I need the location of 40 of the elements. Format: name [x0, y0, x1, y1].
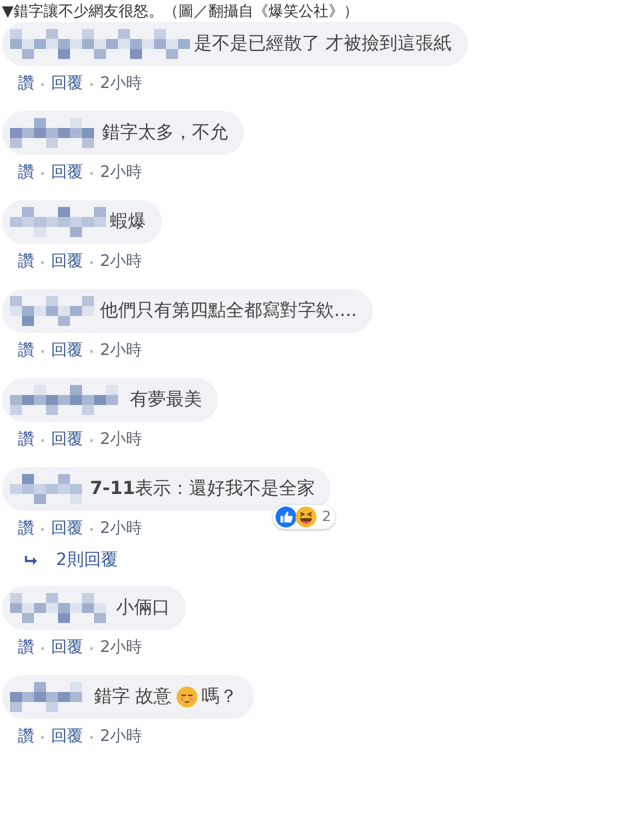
- like-link[interactable]: 讚: [18, 427, 34, 451]
- like-icon: [275, 506, 298, 528]
- like-link[interactable]: 讚: [18, 160, 34, 184]
- like-link[interactable]: 讚: [18, 724, 34, 748]
- comment-text: 小倆口: [116, 596, 170, 620]
- reply-link[interactable]: 回覆: [51, 71, 83, 95]
- like-link[interactable]: 讚: [18, 634, 34, 658]
- timestamp: 2小時: [100, 724, 142, 746]
- like-link[interactable]: 讚: [18, 249, 34, 273]
- view-replies-link[interactable]: 2則回覆: [2, 548, 118, 574]
- like-link[interactable]: 讚: [18, 516, 34, 540]
- timestamp: 2小時: [100, 636, 142, 658]
- like-link[interactable]: 讚: [18, 71, 34, 95]
- comment-text: 嗎？: [202, 684, 238, 708]
- reply-link[interactable]: 回覆: [51, 249, 83, 273]
- reply-link[interactable]: 回覆: [51, 160, 83, 184]
- timestamp: 2小時: [100, 517, 142, 539]
- timestamp: 2小時: [100, 428, 142, 450]
- reply-arrow-icon: [24, 554, 38, 567]
- like-link[interactable]: 讚: [18, 338, 34, 362]
- reply-link[interactable]: 回覆: [51, 724, 83, 748]
- comment-text: 錯字太多，不允: [102, 121, 228, 145]
- comment-text: 錯字 故意: [94, 684, 172, 708]
- reaction-summary: 2: [273, 505, 336, 529]
- timestamp: 2小時: [100, 250, 142, 272]
- timestamp: 2小時: [100, 339, 142, 361]
- sleepy-face-icon: [176, 686, 198, 708]
- reply-link[interactable]: 回覆: [51, 338, 83, 362]
- comment-text: 蝦爆: [110, 210, 146, 234]
- reply-link[interactable]: 回覆: [51, 427, 83, 451]
- reply-link[interactable]: 回覆: [51, 634, 83, 658]
- timestamp: 2小時: [100, 161, 142, 183]
- comment-text: 有夢最美: [130, 388, 202, 412]
- timestamp: 2小時: [100, 72, 142, 94]
- laughing-face-icon: [295, 506, 318, 528]
- caption-text: ▼錯字讓不少網友很怒。（圖／翻攝自《爆笑公社》）: [1, 1, 360, 22]
- reply-link[interactable]: 回覆: [51, 516, 83, 540]
- comment-text: 7-11表示：還好我不是全家: [90, 477, 316, 501]
- comment-text: 是不是已經散了 才被撿到這張紙: [194, 32, 452, 56]
- comment-text: 他們只有第四點全都寫對字欸....: [100, 299, 357, 323]
